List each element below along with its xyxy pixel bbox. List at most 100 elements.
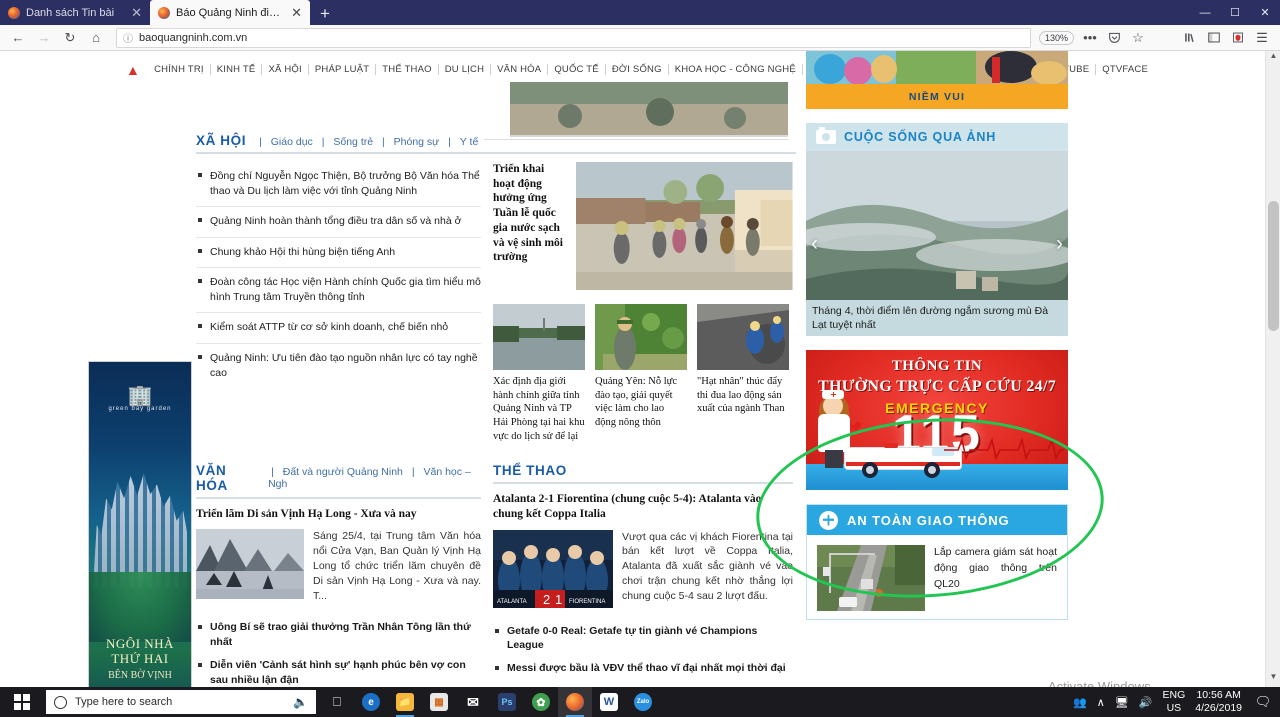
card-caption[interactable]: Xác định địa giới hành chính giữa tỉnh Q… [493, 375, 585, 443]
close-window-button[interactable]: ✕ [1250, 6, 1280, 19]
nav-item-qtvface[interactable]: QTVFACE [1096, 64, 1154, 75]
new-tab-button[interactable]: + [310, 5, 340, 25]
card[interactable]: "Hạt nhân" thúc đẩy thi đua lao động sản… [697, 304, 789, 443]
traffic-widget-image[interactable] [817, 545, 925, 611]
menu-icon[interactable]: ☰ [1250, 27, 1274, 49]
section-title[interactable]: THỂ THAO [493, 463, 567, 478]
list-item[interactable]: Quảng Ninh: Ưu tiên đào tạo nguồn nhân l… [196, 344, 481, 388]
card-image[interactable] [595, 304, 687, 370]
traffic-widget-title[interactable]: AN TOÀN GIAO THÔNG [847, 513, 1010, 528]
shield-icon[interactable] [1226, 27, 1250, 49]
pocket-icon[interactable] [1102, 27, 1126, 49]
sidebar-icon[interactable] [1202, 27, 1226, 49]
photo-next-arrow[interactable]: › [1056, 232, 1063, 256]
start-button[interactable] [0, 687, 44, 717]
maximize-button[interactable]: ☐ [1220, 6, 1250, 19]
photo-widget-title[interactable]: CUỘC SỐNG QUA ẢNH [844, 130, 996, 144]
subcat-phong-su[interactable]: Phóng sự [391, 136, 443, 148]
nav-item-du-lich[interactable]: DU LỊCH [439, 64, 492, 75]
section-title[interactable]: VĂN HÓA [196, 463, 258, 493]
scrollbar-thumb[interactable] [1268, 201, 1279, 331]
taskbar-app-unikey[interactable]: ✿ [524, 687, 558, 717]
page-scrollbar[interactable]: ▲ ▼ [1265, 51, 1280, 687]
back-button[interactable]: ← [6, 27, 30, 49]
taskbar-app-photoshop[interactable]: Ps [490, 687, 524, 717]
card-caption[interactable]: Quảng Yên: Nỗ lực đào tạo, giải quyết vi… [595, 375, 687, 430]
list-item[interactable]: Messi được bầu là VĐV thể thao vĩ đại nh… [493, 657, 793, 680]
niem-vui-banner[interactable]: NIỀM VUI [806, 51, 1068, 109]
emergency-115-ad[interactable]: THÔNG TIN THƯỜNG TRỰC CẤP CỨU 24/7 EMERG… [806, 350, 1068, 490]
library-icon[interactable] [1178, 27, 1202, 49]
lead-article-title[interactable]: Triển lãm Di sản Vịnh Hạ Long - Xưa và n… [196, 507, 481, 522]
notification-center-icon[interactable]: 🗨 [1252, 694, 1274, 710]
traffic-widget-text[interactable]: Lắp camera giám sát hoạt động giao thông… [934, 545, 1057, 609]
list-item[interactable]: Đoàn công tác Học viện Hành chính Quốc g… [196, 268, 481, 314]
nav-item-the-thao[interactable]: THỂ THAO [376, 64, 439, 75]
zoom-level-indicator[interactable]: 130% [1038, 30, 1074, 45]
bim-land-ad-banner[interactable]: 🏢 green bay garden NGÔI NHÀ THỨ HAI BÊN … [88, 361, 192, 711]
language-indicator[interactable]: ENG US [1163, 689, 1186, 715]
home-button[interactable]: ⌂ [84, 27, 108, 49]
nav-item-doi-song[interactable]: ĐỜI SỐNG [606, 64, 669, 75]
nav-item-xa-hoi[interactable]: XÃ HỘI [262, 64, 309, 75]
tab-close-icon[interactable]: ✕ [291, 6, 302, 19]
taskbar-app-mail[interactable]: ✉ [456, 687, 490, 717]
browser-tab-2[interactable]: Báo Quảng Ninh điện tử ✕ [150, 0, 310, 25]
site-info-icon[interactable]: ⓘ [123, 30, 133, 45]
tab-close-icon[interactable]: ✕ [131, 6, 142, 19]
people-icon[interactable]: 👥 [1073, 696, 1087, 709]
taskbar-app-zalo[interactable]: Zalo [626, 687, 660, 717]
list-item[interactable]: Đồng chí Nguyễn Ngọc Thiện, Bộ trưởng Bộ… [196, 162, 481, 208]
volume-icon[interactable]: 🔊 [1139, 696, 1153, 709]
list-item[interactable]: Kiểm soát ATTP từ cơ sở kinh doanh, chế … [196, 313, 481, 344]
list-item[interactable]: Uông Bí sẽ trao giải thưởng Trần Nhân Tô… [196, 616, 481, 654]
bookmark-star-icon[interactable]: ☆ [1126, 27, 1150, 49]
card[interactable]: Quảng Yên: Nỗ lực đào tạo, giải quyết vi… [595, 304, 687, 443]
list-item[interactable]: Chung khảo Hội thi hùng biện tiếng Anh [196, 238, 481, 268]
lead-article-image[interactable]: 2 1 ATALANTA FIORENTINA [493, 529, 613, 608]
home-icon[interactable]: ▲ [126, 63, 140, 77]
subcat-giao-duc[interactable]: Giáo dục [268, 136, 316, 148]
nav-item-phap-luat[interactable]: PHÁP LUẬT [309, 64, 377, 75]
feature-headline[interactable]: Triển khai hoạt động hưởng ứng Tuần lễ q… [493, 162, 568, 290]
browser-tab-1[interactable]: Danh sách Tin bài ✕ [0, 0, 150, 25]
taskbar-app-microsoft-store[interactable]: ▦ [422, 687, 456, 717]
reload-button[interactable]: ↻ [58, 27, 82, 49]
section-title[interactable]: XÃ HỘI [196, 133, 246, 148]
lead-article-image[interactable] [196, 529, 304, 600]
nav-item-kinh-te[interactable]: KINH TẾ [211, 64, 263, 75]
clock[interactable]: 10:56 AM 4/26/2019 [1195, 689, 1242, 715]
card-caption[interactable]: "Hạt nhân" thúc đẩy thi đua lao động sản… [697, 375, 789, 416]
taskbar-app-microsoft-word[interactable]: W [592, 687, 626, 717]
scroll-up-arrow[interactable]: ▲ [1266, 51, 1280, 66]
taskbar-app-task-view[interactable]: ⎕ [320, 687, 354, 717]
address-bar[interactable]: ⓘ baoquangninh.com.vn [116, 27, 1031, 48]
card-image[interactable] [493, 304, 585, 370]
subcat-song-tre[interactable]: Sống trẻ [330, 136, 376, 148]
subcat-dat-va-nguoi[interactable]: Đất và người Quảng Ninh [280, 466, 406, 478]
forward-button[interactable]: → [32, 27, 56, 49]
card[interactable]: Xác định địa giới hành chính giữa tỉnh Q… [493, 304, 585, 443]
nav-item-khoa-hoc-cong-nghe[interactable]: KHOA HỌC - CÔNG NGHỆ [669, 64, 803, 75]
list-item[interactable]: Getafe 0-0 Real: Getafe tự tin giành vé … [493, 620, 793, 658]
network-icon[interactable]: 🖥 [1115, 696, 1129, 709]
list-item[interactable]: Diễn viên 'Cảnh sát hình sự' hạnh phúc b… [196, 654, 481, 692]
chevron-up-icon[interactable]: ∧ [1097, 696, 1105, 709]
nav-item-van-hoa[interactable]: VĂN HÓA [491, 64, 549, 75]
microphone-icon[interactable]: 🔈 [293, 695, 308, 709]
taskbar-search-box[interactable]: Type here to search 🔈 [46, 690, 316, 714]
page-actions-icon[interactable]: ••• [1078, 27, 1102, 49]
photo-widget-caption[interactable]: Tháng 4, thời điểm lên đường ngắm sương … [806, 299, 1068, 336]
photo-widget-image[interactable]: ‹ › Tháng 4, thời điểm lên đường ngắm sư… [806, 151, 1068, 336]
scroll-down-arrow[interactable]: ▼ [1266, 672, 1280, 687]
card-image[interactable] [697, 304, 789, 370]
feature-image[interactable] [576, 162, 793, 290]
taskbar-app-firefox[interactable] [558, 687, 592, 717]
minimize-button[interactable]: — [1190, 7, 1220, 19]
photo-prev-arrow[interactable]: ‹ [811, 232, 818, 256]
lead-article-title[interactable]: Atalanta 2-1 Fiorentina (chung cuộc 5-4)… [493, 492, 793, 522]
nav-item-quoc-te[interactable]: QUỐC TẾ [548, 64, 606, 75]
subcat-y-te[interactable]: Y tế [457, 136, 482, 148]
list-item[interactable]: Quảng Ninh hoàn thành tổng điều tra dân … [196, 207, 481, 238]
taskbar-app-file-explorer[interactable]: 📁 [388, 687, 422, 717]
